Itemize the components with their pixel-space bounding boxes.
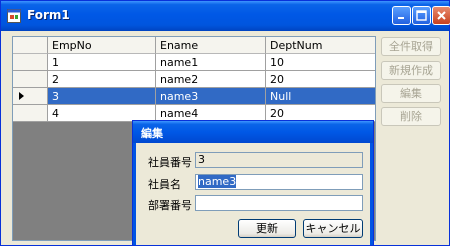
cell-deptnum[interactable]: 10 xyxy=(266,54,375,71)
cell-empno[interactable]: 3 xyxy=(48,88,156,105)
table-row-selected[interactable]: 3 name3 Null xyxy=(13,88,375,105)
column-header-deptnum[interactable]: DeptNum xyxy=(266,37,375,54)
cell-empno[interactable]: 2 xyxy=(48,71,156,88)
maximize-button[interactable] xyxy=(412,6,431,25)
minimize-button[interactable] xyxy=(392,6,411,25)
current-row-arrow-icon xyxy=(19,92,24,100)
row-header[interactable] xyxy=(13,88,48,105)
row-header[interactable] xyxy=(13,71,48,88)
delete-button[interactable]: 削除 xyxy=(381,107,441,126)
dialog-body: 社員番号 3 社員名 name3 部署番号 更新 キャンセル xyxy=(136,143,370,245)
table-row[interactable]: 1 name1 10 xyxy=(13,54,375,71)
column-header-ename[interactable]: Ename xyxy=(156,37,266,54)
name-label: 社員名 xyxy=(148,178,181,191)
close-icon xyxy=(437,11,446,20)
dialog-title-bar[interactable]: 編集 xyxy=(133,121,373,143)
dept-label: 部署番号 xyxy=(148,199,192,212)
name-field[interactable]: name3 xyxy=(195,174,363,190)
edit-button[interactable]: 編集 xyxy=(381,84,441,103)
dept-field[interactable] xyxy=(195,195,363,211)
cell-ename[interactable]: name3 xyxy=(156,88,266,105)
edit-dialog: 編集 社員番号 3 社員名 name3 部署番号 更新 キャンセル xyxy=(132,120,374,246)
dialog-title: 編集 xyxy=(141,127,163,140)
column-header-empno[interactable]: EmpNo xyxy=(48,37,156,54)
minimize-icon xyxy=(398,17,404,19)
row-header[interactable] xyxy=(13,105,48,122)
name-field-value: name3 xyxy=(198,175,237,188)
row-header-corner[interactable] xyxy=(13,37,48,54)
cell-ename[interactable]: name1 xyxy=(156,54,266,71)
cell-ename[interactable]: name2 xyxy=(156,71,266,88)
cell-deptnum[interactable]: 20 xyxy=(266,71,375,88)
update-button[interactable]: 更新 xyxy=(238,219,296,238)
table-row[interactable]: 2 name2 20 xyxy=(13,71,375,88)
get-all-button[interactable]: 全件取得 xyxy=(381,37,441,56)
emp-no-field: 3 xyxy=(195,152,363,168)
form-app-icon xyxy=(7,9,21,23)
new-button[interactable]: 新規作成 xyxy=(381,61,441,80)
row-header[interactable] xyxy=(13,54,48,71)
title-bar[interactable]: Form1 xyxy=(1,1,450,31)
cell-empno[interactable]: 1 xyxy=(48,54,156,71)
window-title: Form1 xyxy=(27,8,70,22)
cancel-button[interactable]: キャンセル xyxy=(303,219,363,238)
close-button[interactable] xyxy=(432,6,450,25)
cell-deptnum[interactable]: Null xyxy=(266,88,375,105)
grid-header: EmpNo Ename DeptNum xyxy=(13,37,375,54)
emp-no-label: 社員番号 xyxy=(148,156,192,169)
maximize-icon xyxy=(416,10,427,21)
